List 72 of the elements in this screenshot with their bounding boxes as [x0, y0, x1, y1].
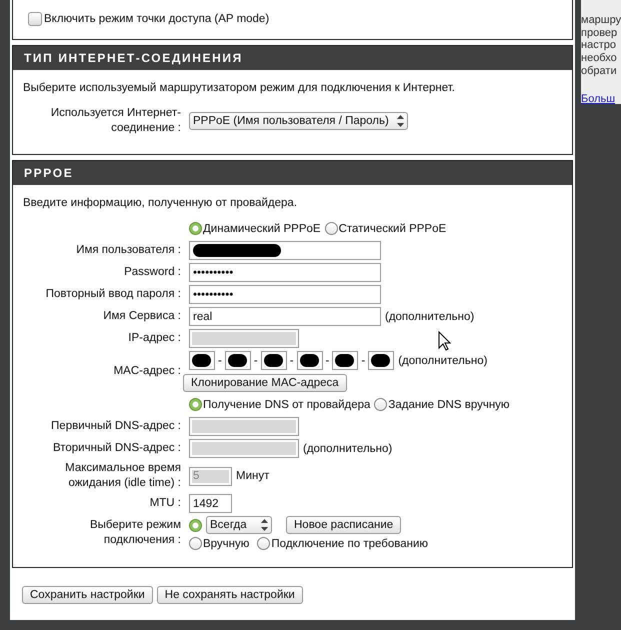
radio-label: Подключение по требованию [271, 538, 428, 550]
field-label: IP-адрес : [127, 331, 181, 346]
pointer-cursor-icon [438, 331, 451, 351]
field-label: Вторичный DNS-адрес : [52, 441, 181, 456]
username-field[interactable] [189, 241, 381, 260]
password-field[interactable]: •••••••••• [189, 285, 381, 304]
field-label: Выберите режим подключения : [88, 518, 181, 548]
password-field[interactable]: •••••••••• [189, 263, 381, 282]
clone-mac-button[interactable]: Клонирование MAC-адреса [183, 374, 347, 392]
mac-segment-field[interactable] [224, 351, 251, 370]
radio-label: Динамический PPPoE [203, 222, 321, 234]
radio-button[interactable] [189, 398, 202, 411]
mac-segment-field[interactable] [260, 351, 287, 370]
up-down-arrows-icon [397, 115, 404, 127]
radio-button[interactable] [189, 222, 202, 235]
redaction-mark [300, 354, 319, 367]
separator: - [361, 354, 366, 366]
more-link[interactable]: Больш [581, 92, 621, 104]
section-header: ТИП ИНТЕРНЕТ-СОЕДИНЕНИЯ [13, 46, 572, 70]
help-text-line: провер [581, 26, 618, 40]
number-field[interactable]: 1492 [189, 494, 232, 513]
field-label: Максимальное время ожидания (idle time) : [64, 461, 181, 491]
mac-segment-field[interactable] [368, 351, 394, 370]
mac-segment-field[interactable] [332, 351, 358, 370]
field-label: Имя пользователя : [75, 243, 181, 258]
radio-label: Вручную [203, 538, 250, 550]
help-text-line: обрати [581, 64, 618, 78]
mode-select[interactable]: Всегда [206, 516, 272, 534]
checkbox[interactable] [28, 12, 42, 26]
field-note: Минут [236, 470, 270, 482]
separator: - [326, 354, 330, 366]
checkbox-label: Включить режим точки доступа (AP mode) [44, 13, 270, 25]
section-description: Выберите используемый маршрутизатором режим для подключения к Интернет. [23, 82, 456, 94]
radio-label: Статический PPPoE [338, 222, 446, 234]
redaction-mark [192, 354, 211, 367]
redaction-mark [228, 354, 247, 367]
mac-segment-field[interactable] [296, 351, 323, 370]
radio-button[interactable] [257, 537, 270, 550]
field-label: Используется Интернет-соединение : [50, 106, 181, 136]
separator: - [218, 354, 222, 366]
save-button[interactable]: Сохранить настройки [22, 586, 153, 604]
help-text-line: настро [581, 39, 617, 52]
field-label: MTU : [148, 496, 181, 511]
field-label: Первичный DNS-адрес : [50, 419, 181, 434]
field-label: MAC-адрес : [112, 364, 181, 379]
redaction-mark [264, 354, 283, 367]
field-note: (дополнительно) [385, 310, 474, 322]
radio-button[interactable] [374, 398, 388, 411]
mac-segment-field[interactable] [189, 351, 215, 370]
radio-button[interactable] [189, 537, 202, 550]
radio-label: Задание DNS вручную [388, 398, 510, 410]
up-down-arrows-icon [261, 519, 268, 531]
redaction-mark [371, 354, 390, 367]
separator: - [290, 354, 294, 366]
help-text-line: маршру [581, 14, 621, 27]
radio-label: Получение DNS от провайдера [203, 398, 370, 410]
connection-type-select[interactable]: PPPoE (Имя пользователя / Пароль) [189, 112, 408, 130]
field-note: (дополнительно) [303, 442, 392, 454]
schedule-button[interactable]: Новое расписание [286, 516, 402, 534]
section-header: PPPOE [13, 161, 572, 185]
separator: - [254, 354, 258, 366]
radio-button[interactable] [324, 222, 338, 235]
radio-button[interactable] [189, 518, 202, 532]
field-label: Повторный ввод пароля : [44, 287, 181, 302]
field-note: (дополнительно) [398, 354, 488, 366]
input-field[interactable]: real [189, 307, 381, 326]
field-label: Имя Сервиса : [102, 309, 181, 324]
section-description: Введите информацию, полученную от провайдера. [23, 197, 298, 209]
cancel-button[interactable]: Не сохранять настройки [156, 586, 303, 604]
field-label: Password : [123, 265, 181, 280]
help-text-line: необхо [581, 52, 618, 65]
redaction-mark [335, 354, 354, 367]
